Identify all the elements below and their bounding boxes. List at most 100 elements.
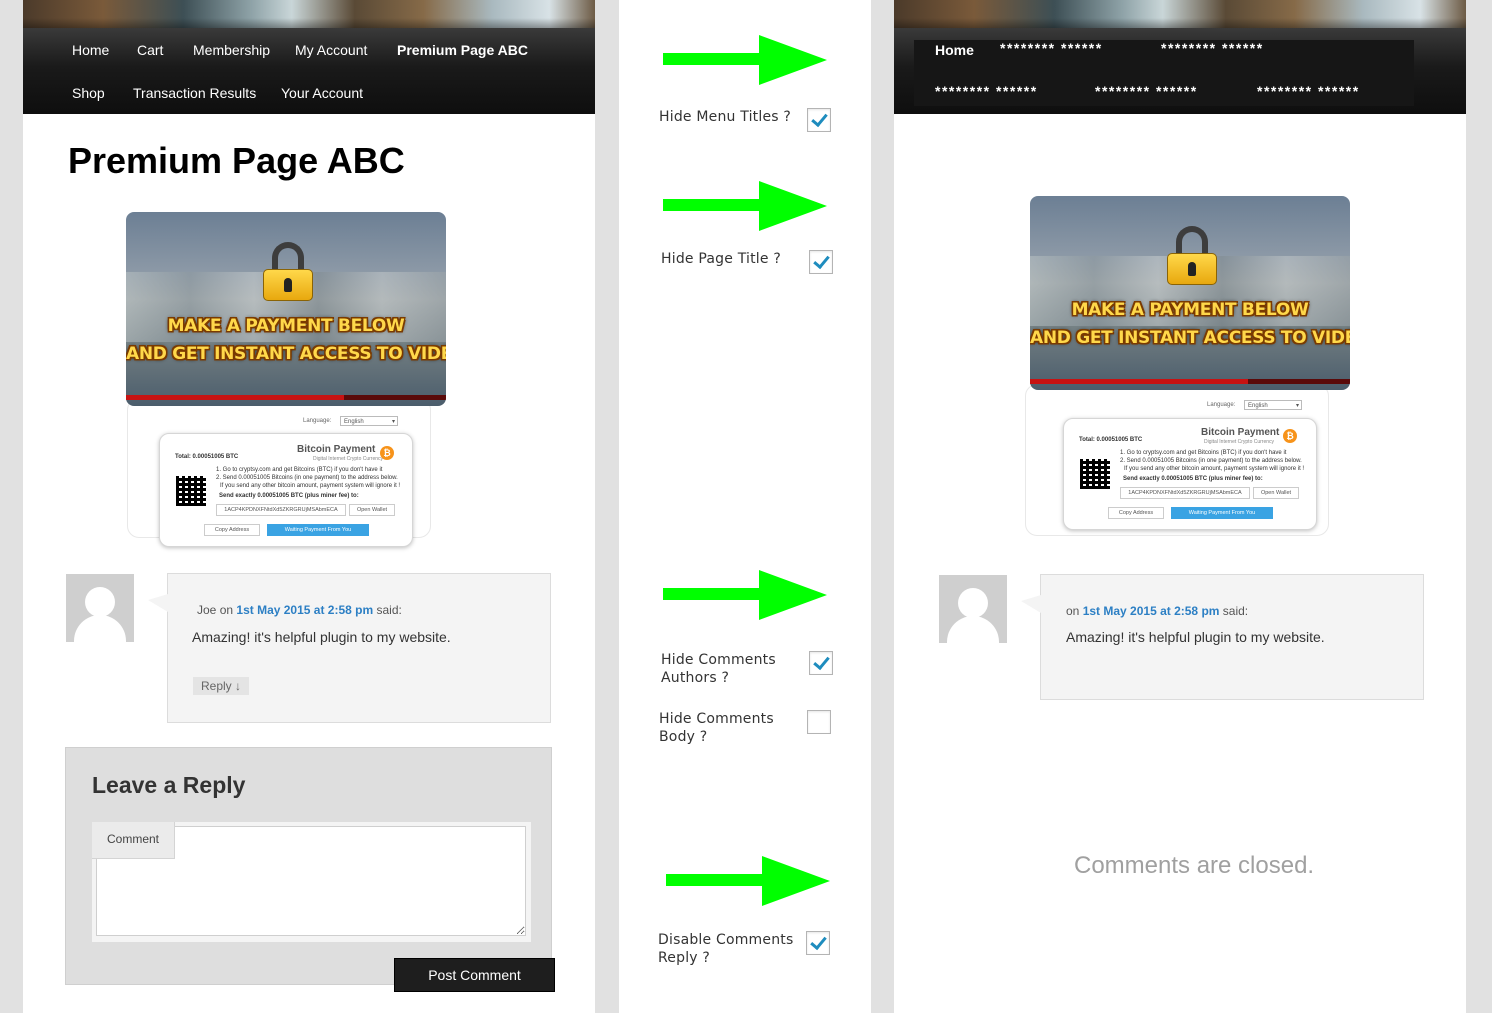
header-banner-image	[894, 0, 1466, 28]
comment-meta: on 1st May 2015 at 2:58 pm said:	[1066, 604, 1248, 618]
nav-item-masked[interactable]: ******** ******	[1095, 83, 1198, 99]
comment-field-wrapper: Comment	[92, 822, 531, 942]
comments-closed-notice: Comments are closed.	[1074, 852, 1315, 879]
option-hide-comments-body-label: Hide Comments Body ?	[659, 711, 774, 745]
nav-item-cart[interactable]: Cart	[137, 42, 163, 58]
green-arrow-icon	[663, 181, 827, 231]
checkmark-icon	[810, 932, 827, 951]
payment-total: Total: 0.00051005 BTC	[1079, 437, 1143, 443]
bitcoin-payment-title: Bitcoin Payment	[1201, 427, 1280, 438]
video-progress-bar[interactable]	[1030, 379, 1350, 384]
post-comment-button[interactable]: Post Comment	[394, 958, 555, 992]
bitcoin-address-field[interactable]: 1ACP4KPDNXFNtdXd5ZKRGRUjMSAbmECA	[1120, 487, 1250, 499]
bitcoin-payment-box: Bitcoin Payment Digital Internet Crypto …	[159, 433, 413, 547]
payment-step3: If you send any other bitcoin amount, pa…	[220, 483, 401, 489]
nav-item-my-account[interactable]: My Account	[295, 42, 367, 58]
nav-item-shop[interactable]: Shop	[72, 85, 105, 101]
video-overlay-line1: MAKE A PAYMENT BELOW	[167, 316, 405, 336]
nav-item-masked[interactable]: ******** ******	[1257, 83, 1360, 99]
bitcoin-qr-code	[1080, 459, 1110, 489]
video-overlay-line1: MAKE A PAYMENT BELOW	[1071, 300, 1309, 320]
payment-step3: If you send any other bitcoin amount, pa…	[1124, 466, 1305, 472]
bitcoin-payment-title: Bitcoin Payment	[297, 444, 376, 455]
send-exactly-text: Send exactly 0.00051005 BTC (plus miner …	[219, 493, 359, 499]
comment-meta: Joe on 1st May 2015 at 2:58 pm said:	[197, 603, 402, 617]
page-title: Premium Page ABC	[68, 140, 405, 181]
bitcoin-payment-box: Bitcoin Payment Digital Internet Crypto …	[1063, 418, 1317, 530]
original-page-panel: Home Cart Membership My Account Premium …	[23, 0, 595, 1013]
comment-body: Amazing! it's helpful plugin to my websi…	[192, 629, 451, 645]
copy-address-button[interactable]: Copy Address	[1108, 507, 1164, 519]
payment-step2: 2. Send 0.00051005 Bitcoins (in one paym…	[1120, 458, 1302, 464]
payment-step1: 1. Go to cryptsy.com and get Bitcoins (B…	[1120, 450, 1287, 456]
avatar	[939, 575, 1007, 643]
waiting-payment-button[interactable]: Waiting Payment From You	[267, 524, 369, 536]
video-overlay-line2: AND GET INSTANT ACCESS TO VIDEO	[1030, 328, 1350, 348]
bitcoin-payment-subtitle: Digital Internet Crypto Currency	[313, 456, 384, 462]
waiting-payment-button[interactable]: Waiting Payment From You	[1171, 507, 1273, 519]
comment-field-label: Comment	[92, 822, 175, 859]
main-navigation: Home Cart Membership My Account Premium …	[23, 28, 595, 114]
language-select[interactable]: English	[1244, 400, 1302, 411]
comment-on-text: on	[219, 603, 234, 617]
option-hide-comments-authors-checkbox[interactable]	[809, 651, 833, 675]
payment-step2: 2. Send 0.00051005 Bitcoins (in one paym…	[216, 475, 398, 481]
nav-item-home[interactable]: Home	[72, 42, 109, 58]
option-hide-menu-titles-checkbox[interactable]	[807, 108, 831, 132]
checkmark-icon	[813, 652, 830, 671]
bitcoin-qr-code	[176, 476, 206, 506]
nav-item-masked[interactable]: ******** ******	[935, 83, 1038, 99]
option-hide-menu-titles-label: Hide Menu Titles ?	[659, 109, 792, 125]
reply-link[interactable]: Reply ↓	[193, 677, 250, 695]
padlock-icon	[263, 242, 313, 302]
language-label: Language:	[303, 418, 332, 424]
video-progress-fill	[126, 395, 344, 400]
checkmark-icon	[813, 251, 830, 270]
comment-said-text: said:	[1222, 604, 1249, 618]
open-wallet-button[interactable]: Open Wallet	[1253, 487, 1299, 499]
nav-item-membership[interactable]: Membership	[193, 42, 270, 58]
bitcoin-address-field[interactable]: 1ACP4KPDNXFNtdXd5ZKRGRUjMSAbmECA	[216, 504, 346, 516]
avatar	[66, 574, 134, 642]
settings-options-panel: Hide Menu Titles ? Hide Page Title ? Hid…	[619, 0, 871, 1013]
option-disable-comments-reply-label: Disable Comments Reply ?	[658, 932, 794, 966]
video-progress-bar[interactable]	[126, 395, 446, 400]
nav-item-premium-page[interactable]: Premium Page ABC	[397, 42, 528, 58]
option-hide-page-title-checkbox[interactable]	[809, 250, 833, 274]
language-select[interactable]: English	[340, 416, 398, 427]
comment-date-link[interactable]: 1st May 2015 at 2:58 pm	[236, 603, 373, 617]
option-hide-comments-body-checkbox[interactable]	[807, 710, 831, 734]
nav-item-your-account[interactable]: Your Account	[281, 85, 363, 101]
reply-heading: Leave a Reply	[92, 772, 246, 798]
nav-item-masked[interactable]: ******** ******	[1161, 40, 1264, 56]
language-label: Language:	[1207, 402, 1236, 408]
video-overlay-line2: AND GET INSTANT ACCESS TO VIDEO	[126, 344, 446, 364]
green-arrow-icon	[663, 570, 827, 620]
option-disable-comments-reply-checkbox[interactable]	[806, 931, 830, 955]
comment-body: Amazing! it's helpful plugin to my websi…	[1066, 629, 1325, 645]
main-navigation: Home ******** ****** ******** ****** ***…	[894, 28, 1466, 114]
padlock-icon	[1167, 226, 1217, 286]
comment-author[interactable]: Joe	[197, 603, 216, 617]
checkmark-icon	[811, 109, 828, 128]
copy-address-button[interactable]: Copy Address	[204, 524, 260, 536]
nav-item-home[interactable]: Home	[935, 42, 974, 58]
bitcoin-logo-icon: ₿	[380, 446, 394, 460]
comment-date-link[interactable]: 1st May 2015 at 2:58 pm	[1083, 604, 1220, 618]
locked-video-thumbnail[interactable]: MAKE A PAYMENT BELOW AND GET INSTANT ACC…	[1030, 196, 1350, 390]
option-hide-page-title-label: Hide Page Title ?	[661, 251, 781, 267]
nav-item-masked[interactable]: ******** ******	[1000, 40, 1103, 56]
comment-box	[148, 573, 551, 723]
protected-page-panel: Home ******** ****** ******** ****** ***…	[894, 0, 1466, 1013]
locked-video-thumbnail[interactable]: MAKE A PAYMENT BELOW AND GET INSTANT ACC…	[126, 212, 446, 406]
nav-item-transaction-results[interactable]: Transaction Results	[133, 85, 256, 101]
comment-on-text: on	[1066, 604, 1080, 618]
green-arrow-icon	[666, 856, 830, 906]
header-banner-image	[23, 0, 595, 28]
send-exactly-text: Send exactly 0.00051005 BTC (plus miner …	[1123, 476, 1263, 482]
payment-total: Total: 0.00051005 BTC	[175, 454, 239, 460]
video-progress-fill	[1030, 379, 1248, 384]
payment-step1: 1. Go to cryptsy.com and get Bitcoins (B…	[216, 467, 383, 473]
option-hide-comments-authors-label: Hide Comments Authors ?	[661, 652, 776, 686]
open-wallet-button[interactable]: Open Wallet	[349, 504, 395, 516]
